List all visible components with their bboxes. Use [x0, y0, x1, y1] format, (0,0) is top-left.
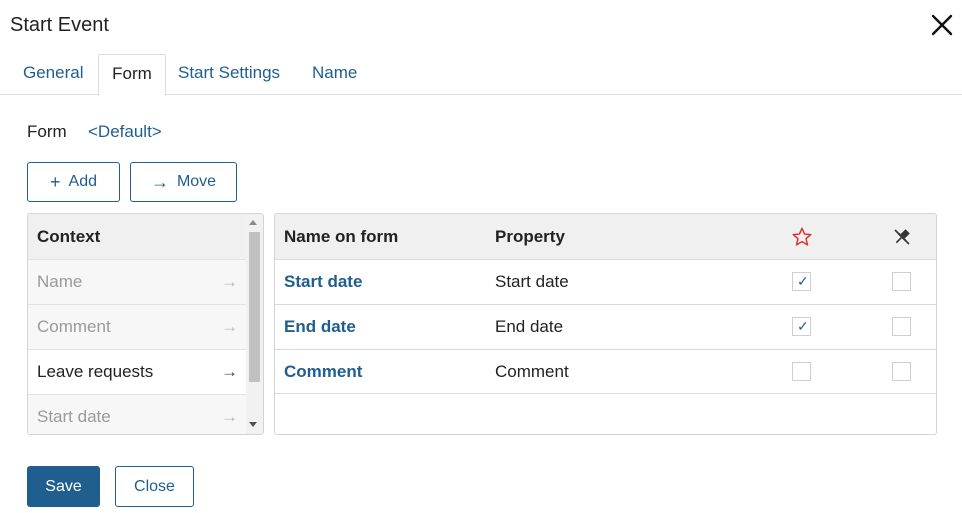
- check-icon: ✓: [797, 318, 809, 334]
- close-button[interactable]: Close: [115, 466, 194, 507]
- context-scrollbar[interactable]: [246, 214, 263, 434]
- move-button[interactable]: → Move: [130, 162, 237, 202]
- table-row: Comment Comment: [275, 349, 936, 394]
- context-panel: Context Name → Comment → Leave requests …: [27, 213, 264, 435]
- column-property: Property: [495, 227, 565, 246]
- star-outline-icon[interactable]: [791, 226, 813, 248]
- arrow-right-icon: →: [221, 272, 238, 291]
- form-default-link[interactable]: <Default>: [88, 122, 162, 142]
- readonly-checkbox[interactable]: [892, 272, 911, 291]
- context-item-label: Name: [37, 272, 83, 291]
- pin-off-icon[interactable]: [892, 227, 912, 247]
- field-property: End date: [495, 317, 564, 336]
- check-icon: ✓: [797, 273, 809, 289]
- arrow-right-icon: →: [150, 172, 169, 192]
- required-checkbox[interactable]: ✓: [792, 272, 811, 291]
- close-icon[interactable]: [929, 12, 955, 38]
- column-name-on-form: Name on form: [284, 227, 399, 246]
- add-button[interactable]: + Add: [27, 162, 120, 202]
- context-item-leave-requests[interactable]: Leave requests →: [28, 349, 246, 394]
- context-item-label: Start date: [37, 407, 111, 426]
- form-label: Form: [27, 122, 67, 141]
- scroll-down-icon[interactable]: [249, 422, 257, 427]
- context-item-start-date[interactable]: Start date →: [28, 394, 246, 434]
- tab-name[interactable]: Name: [312, 54, 357, 93]
- scroll-up-icon[interactable]: [249, 220, 257, 225]
- context-item-name[interactable]: Name →: [28, 259, 246, 304]
- arrow-right-icon: →: [221, 407, 238, 426]
- readonly-checkbox[interactable]: [892, 362, 911, 381]
- table-row: Start date Start date ✓: [275, 259, 936, 304]
- field-property: Comment: [495, 362, 569, 381]
- field-name-link[interactable]: Comment: [284, 350, 362, 394]
- context-item-label: Comment: [37, 317, 111, 336]
- tab-bar: General Form Start Settings Name: [0, 54, 962, 96]
- table-header: Name on form Property: [275, 214, 936, 259]
- tab-general[interactable]: General: [23, 54, 83, 93]
- dialog-title: Start Event: [10, 14, 109, 36]
- required-checkbox[interactable]: [792, 362, 811, 381]
- add-button-label: Add: [68, 173, 97, 190]
- readonly-checkbox[interactable]: [892, 317, 911, 336]
- plus-icon: +: [50, 172, 61, 192]
- arrow-right-icon: →: [221, 362, 238, 381]
- save-button[interactable]: Save: [27, 466, 100, 507]
- form-fields-table: Name on form Property Start date Start d…: [274, 213, 937, 435]
- context-item-label: Leave requests: [37, 362, 154, 381]
- arrow-right-icon: →: [221, 317, 238, 336]
- field-name-link[interactable]: End date: [284, 305, 356, 349]
- required-checkbox[interactable]: ✓: [792, 317, 811, 336]
- field-property: Start date: [495, 272, 569, 291]
- scrollbar-thumb[interactable]: [249, 232, 260, 382]
- move-button-label: Move: [176, 173, 217, 190]
- context-item-comment[interactable]: Comment →: [28, 304, 246, 349]
- tab-form[interactable]: Form: [98, 54, 166, 96]
- context-header: Context: [28, 214, 246, 259]
- table-row: End date End date ✓: [275, 304, 936, 349]
- tab-start-settings[interactable]: Start Settings: [178, 54, 280, 93]
- field-name-link[interactable]: Start date: [284, 260, 362, 304]
